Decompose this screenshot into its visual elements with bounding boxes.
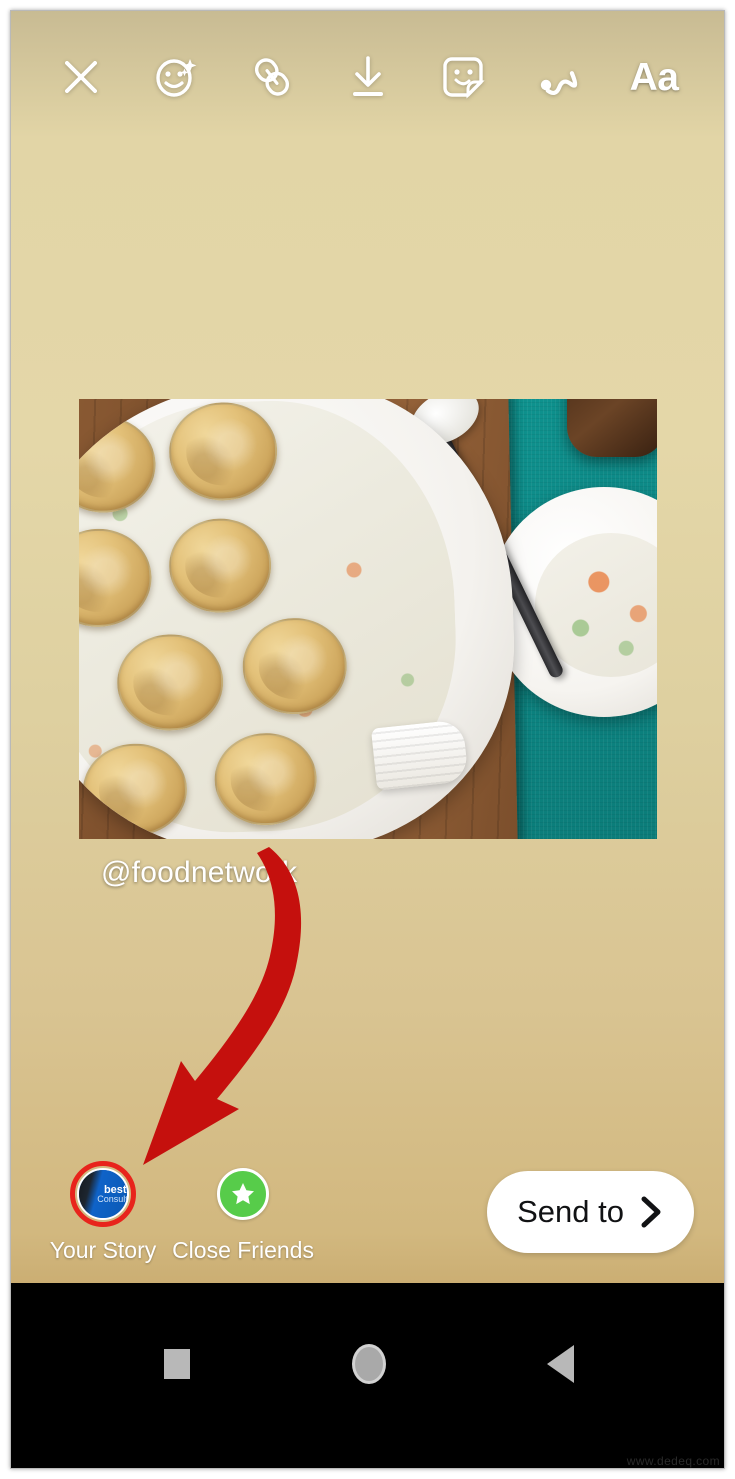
recents-button[interactable] [145, 1332, 209, 1396]
audience-close-friends[interactable]: Close Friends [172, 1161, 314, 1264]
close-icon [65, 61, 97, 93]
your-story-avatar-wrap: best Consult [70, 1161, 136, 1227]
story-editor-canvas[interactable]: Aa @foodnetwork best Consult Your Story … [11, 11, 724, 1283]
phone-screen: Aa @foodnetwork best Consult Your Story … [10, 10, 725, 1469]
android-navigation-bar: www.dedeq.com [11, 1283, 724, 1468]
screenshot-root: Aa @foodnetwork best Consult Your Story … [0, 0, 735, 1479]
annotation-highlight-ring [70, 1161, 136, 1227]
dish-handle [370, 719, 469, 791]
audience-label-close-friends: Close Friends [172, 1237, 314, 1263]
close-friends-badge [217, 1168, 269, 1220]
pepper-mill [567, 399, 657, 457]
text-icon: Aa [629, 55, 679, 99]
site-watermark: www.dedeq.com [626, 1454, 720, 1468]
back-button[interactable] [529, 1332, 593, 1396]
draw-icon [540, 71, 577, 95]
story-top-toolbar: Aa [11, 41, 724, 113]
green-star-icon [232, 1183, 254, 1205]
text-button[interactable]: Aa [626, 49, 682, 105]
casserole-dish [79, 399, 522, 839]
home-circle-icon [351, 1343, 386, 1384]
back-triangle-icon [547, 1344, 574, 1383]
draw-button[interactable] [531, 49, 587, 105]
link-icon [254, 58, 290, 96]
face-effects-icon [155, 59, 196, 97]
annotation-arrow [143, 847, 302, 1165]
sticker-icon [443, 57, 485, 99]
send-to-button[interactable]: Send to [487, 1171, 694, 1253]
photo-content [79, 399, 657, 839]
link-button[interactable] [244, 49, 300, 105]
pasted-photo[interactable] [79, 399, 657, 839]
send-to-label: Send to [517, 1194, 624, 1229]
story-caption[interactable]: @foodnetwork [101, 856, 297, 890]
close-friends-avatar-wrap [210, 1161, 276, 1227]
download-icon [352, 56, 383, 96]
home-button[interactable] [337, 1332, 401, 1396]
share-action-bar: best Consult Your Story Close Friends Se… [11, 1151, 724, 1283]
chevron-right-icon [641, 1196, 661, 1228]
close-button[interactable] [53, 49, 109, 105]
save-button[interactable] [340, 49, 396, 105]
audience-label-your-story: Your Story [49, 1237, 157, 1263]
effects-button[interactable] [149, 49, 205, 105]
audience-your-story[interactable]: best Consult Your Story [33, 1161, 173, 1264]
recents-square-icon [163, 1348, 190, 1379]
stickers-button[interactable] [435, 49, 491, 105]
arrow-shape [143, 847, 302, 1165]
